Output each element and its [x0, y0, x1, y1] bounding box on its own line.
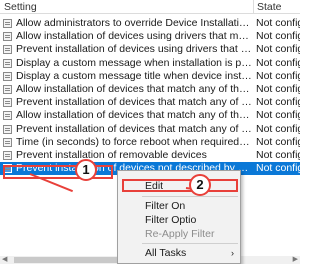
policy-setting-icon [3, 124, 12, 134]
policy-name: Allow administrators to override Device … [16, 17, 252, 29]
policy-name: Allow installation of devices using driv… [16, 30, 252, 43]
policy-state: Not configu [256, 43, 300, 56]
step-2-badge: 2 [189, 174, 211, 196]
menu-divider [142, 196, 238, 197]
table-row[interactable]: Prevent installation of devices that mat… [0, 123, 300, 136]
table-row[interactable]: Allow administrators to override Device … [0, 17, 300, 30]
menu-item-reapply-filter: Re-Apply Filter [145, 228, 215, 240]
policy-setting-icon [3, 58, 12, 68]
column-header-setting[interactable]: Setting [4, 1, 37, 13]
policy-name: Time (in seconds) to force reboot when r… [16, 135, 252, 148]
policy-setting-icon [3, 137, 12, 147]
table-row[interactable]: Allow installation of devices that match… [0, 83, 300, 96]
step-1-badge: 1 [75, 159, 97, 181]
policy-name: Allow installation of devices that match… [16, 82, 252, 95]
policy-name: Prevent installation of devices using dr… [16, 43, 252, 56]
policy-state: Not configu [256, 30, 300, 43]
scroll-right-icon[interactable]: ▶ [293, 256, 298, 264]
policy-name: Allow installation of devices that match… [16, 109, 252, 122]
table-row[interactable]: Allow installation of devices using driv… [0, 30, 300, 43]
submenu-arrow-icon: › [231, 248, 234, 258]
edit-highlight [122, 179, 238, 192]
policy-name: Prevent installation of removable device… [16, 148, 207, 161]
table-row[interactable]: Display a custom message title when devi… [0, 70, 300, 83]
policy-state: Not configu [256, 162, 300, 175]
policy-setting-icon [3, 45, 12, 55]
policy-setting-icon [3, 150, 12, 160]
policy-state: Not configu [256, 148, 300, 161]
all-tasks-label: All Tasks [145, 247, 187, 259]
policy-setting-icon [3, 19, 12, 28]
column-header-state[interactable]: State [257, 1, 282, 13]
policy-state: Not configu [256, 109, 300, 122]
menu-item-filter-options[interactable]: Filter Optio [118, 213, 240, 227]
policy-state: Not configu [256, 135, 300, 148]
policy-name: Prevent installation of devices that mat… [16, 96, 252, 109]
policy-state: Not configu [256, 56, 300, 69]
table-header: Setting State [0, 0, 300, 14]
policy-setting-icon [3, 84, 12, 94]
policy-state: Not configu [256, 17, 300, 29]
policy-setting-icon [3, 111, 12, 121]
table-row[interactable]: Display a custom message when installati… [0, 57, 300, 70]
table-row[interactable]: Allow installation of devices that match… [0, 109, 300, 122]
table-row[interactable]: Prevent installation of devices that mat… [0, 96, 300, 109]
table-row[interactable]: Prevent installation of removable device… [0, 149, 300, 162]
policy-setting-icon [3, 98, 12, 108]
policy-state: Not configu [256, 96, 300, 109]
policy-list: Allow administrators to override Device … [0, 17, 300, 176]
policy-name: Prevent installation of devices that mat… [16, 122, 252, 135]
menu-item-all-tasks[interactable]: All Tasks › [118, 246, 240, 260]
policy-state: Not configu [256, 82, 300, 95]
menu-divider [142, 243, 238, 244]
table-row[interactable]: Prevent installation of devices using dr… [0, 43, 300, 56]
policy-state: Not configu [256, 69, 300, 82]
table-row[interactable]: Time (in seconds) to force reboot when r… [0, 136, 300, 149]
policy-state: Not configu [256, 122, 300, 135]
policy-name: Display a custom message when installati… [16, 56, 252, 69]
context-menu: Edit Filter On Filter Optio Re-Apply Fil… [117, 170, 241, 264]
policy-setting-icon [3, 32, 12, 42]
scroll-left-icon[interactable]: ◀ [2, 256, 7, 264]
policy-name: Display a custom message title when devi… [16, 69, 252, 82]
menu-item-filter-on[interactable]: Filter On [118, 199, 240, 213]
scrollbar-thumb[interactable] [14, 257, 134, 263]
policy-setting-icon [3, 71, 12, 81]
column-separator[interactable] [253, 0, 254, 14]
